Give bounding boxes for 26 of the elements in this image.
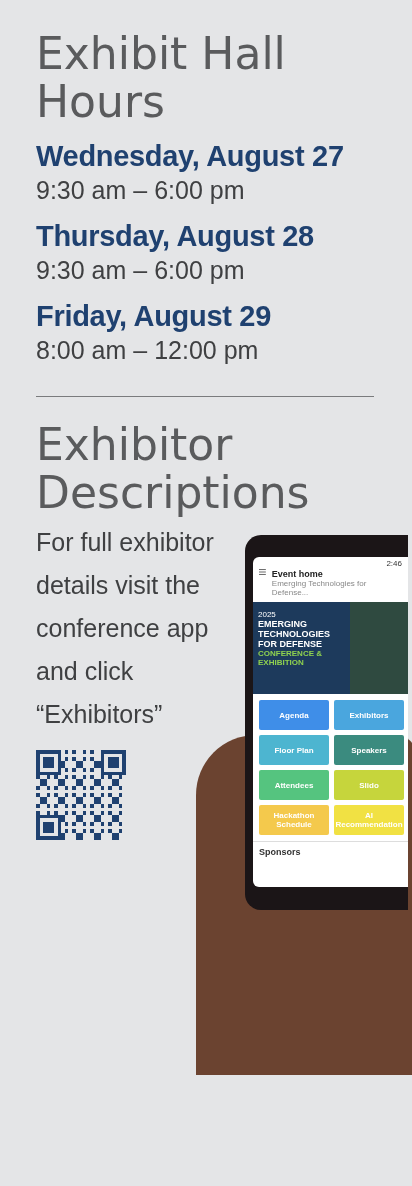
sponsors-heading: Sponsors xyxy=(258,846,302,859)
menu-tile[interactable]: Agenda xyxy=(259,700,329,730)
menu-tile[interactable]: Floor Plan xyxy=(259,735,329,765)
menu-icon[interactable] xyxy=(259,569,266,575)
hours-text: 9:30 am – 6:00 pm xyxy=(36,255,246,286)
hours-text: 9:30 am – 6:00 pm xyxy=(36,175,246,206)
day-heading: Thursday, August 28 xyxy=(36,219,315,254)
status-time: 2:46 xyxy=(385,558,403,568)
hours-text: 8:00 am – 12:00 pm xyxy=(36,335,260,366)
menu-tile[interactable]: Hackathon Schedule xyxy=(259,805,329,835)
section-title: Exhibitor Descriptions xyxy=(36,421,311,517)
day-heading: Friday, August 29 xyxy=(36,299,272,334)
menu-tile[interactable]: Speakers xyxy=(334,735,404,765)
description-text: For full exhibitor details visit the conference app and click “Exhibitors” xyxy=(36,527,215,730)
menu-tile[interactable]: AI Recommendation xyxy=(334,805,404,835)
menu-tile[interactable]: Exhibitors xyxy=(334,700,404,730)
banner-subtitle: CONFERENCE & EXHIBITION xyxy=(258,649,323,667)
header-title: Event home xyxy=(271,569,324,579)
day-heading: Wednesday, August 27 xyxy=(36,139,345,174)
menu-tile[interactable]: Slido xyxy=(334,770,404,800)
menu-tile[interactable]: Attendees xyxy=(259,770,329,800)
header-subtitle: Emerging Technologies for Defense... xyxy=(271,579,368,597)
banner-title: EMERGING TECHNOLOGIES FOR DEFENSE xyxy=(258,619,331,649)
banner-year: 2025 xyxy=(258,610,277,619)
section-title: Exhibit Hall Hours xyxy=(36,30,287,126)
qr-code-icon xyxy=(36,750,126,840)
